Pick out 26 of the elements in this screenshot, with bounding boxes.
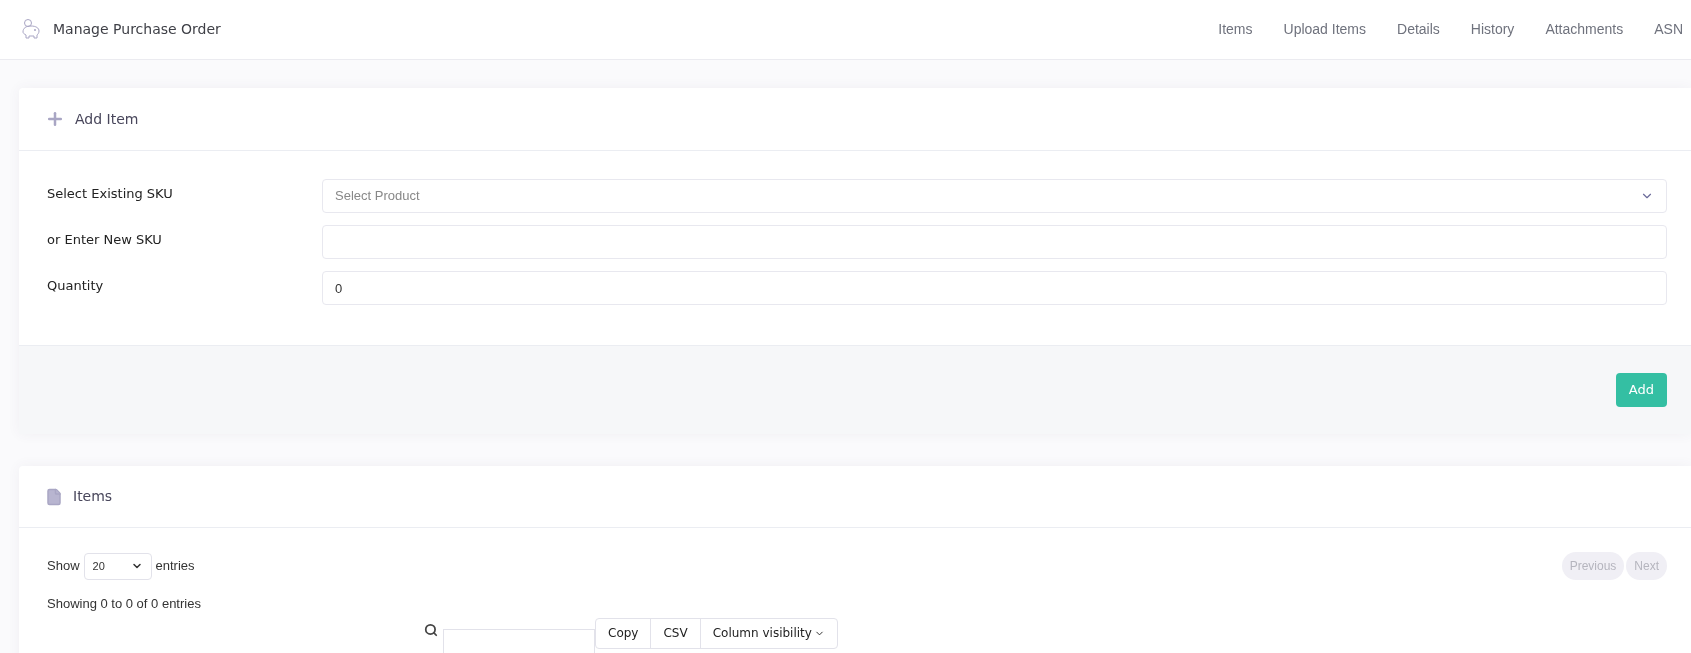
export-button[interactable]: CSV — [650, 618, 700, 648]
field-label: Select Existing SKU — [47, 185, 174, 203]
piggy-bank-icon — [19, 17, 43, 42]
column-visibility-button[interactable]: Column visibility — [699, 618, 837, 648]
document-icon — [45, 487, 63, 506]
product-select[interactable]: Select Product — [322, 179, 1667, 213]
export-button[interactable]: Copy — [596, 618, 651, 648]
nav-link[interactable]: Details — [1397, 19, 1440, 40]
nav-link[interactable]: Upload Items — [1283, 19, 1366, 40]
page-size-select[interactable]: 20 — [83, 552, 152, 580]
page-title: Manage Purchase Order — [53, 20, 221, 39]
nav-link[interactable]: Attachments — [1545, 19, 1624, 40]
nav-link[interactable]: History — [1470, 19, 1515, 40]
field-label: Quantity — [47, 277, 105, 295]
field-label: or Enter New SKU — [47, 231, 163, 249]
search-icon — [424, 622, 438, 637]
search-field[interactable] — [443, 628, 595, 653]
input-field[interactable]: 0 — [322, 271, 1667, 305]
show-label: Show — [47, 557, 80, 576]
card-title: Add Item — [75, 109, 139, 129]
entries-label: entries — [155, 557, 195, 576]
plus-icon — [45, 109, 65, 129]
nav-link[interactable]: ASN — [1654, 19, 1683, 40]
nav-link[interactable]: Items — [1218, 19, 1253, 40]
card-title: Items — [73, 487, 113, 506]
entries-info: Showing 0 to 0 of 0 entries — [47, 595, 202, 613]
